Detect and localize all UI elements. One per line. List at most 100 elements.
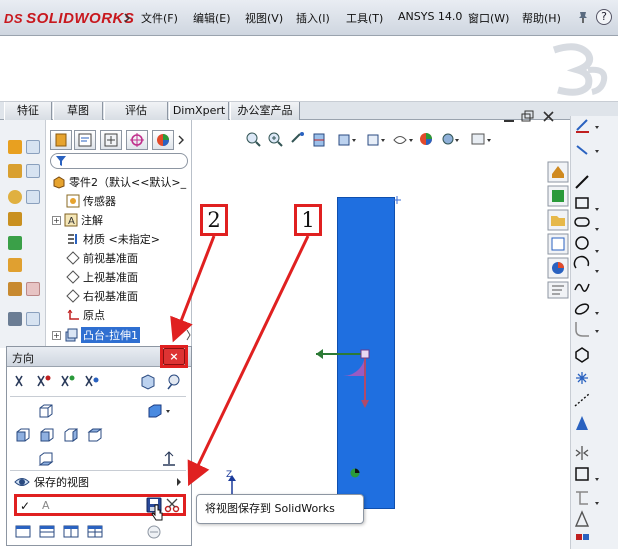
menu-file[interactable]: 文件(F) xyxy=(141,10,178,26)
menu-insert[interactable]: 插入(I) xyxy=(296,10,330,26)
tree-item-right-plane[interactable]: 右视基准面 xyxy=(66,287,138,305)
circle-icon xyxy=(575,236,589,250)
view-palette-icon xyxy=(547,233,569,255)
top-view-button[interactable] xyxy=(36,402,56,420)
tree-item-material[interactable]: 材质 <未指定> xyxy=(66,230,160,248)
menu-help[interactable]: 帮助(H) xyxy=(522,10,561,26)
cut-revolve-icon[interactable] xyxy=(26,164,40,178)
display-manager-tab[interactable] xyxy=(152,130,174,150)
section-view-icon xyxy=(313,133,325,147)
cut-sweep-icon[interactable] xyxy=(26,190,40,204)
orientation-tool-row xyxy=(12,372,188,392)
solidworks-logo: DS SOLIDWORKS xyxy=(4,8,134,28)
close-icon xyxy=(543,111,554,122)
loft-icon[interactable] xyxy=(8,212,22,226)
sensor-icon xyxy=(66,194,80,208)
tree-item-label: 原点 xyxy=(83,309,105,322)
tree-item-boss-extrude[interactable]: + 凸台-拉伸1 xyxy=(52,326,140,344)
tree-root-part[interactable]: 零件2（默认<<默认>_ xyxy=(52,173,186,191)
normal-to-button[interactable] xyxy=(160,450,178,468)
point-icon xyxy=(576,372,588,384)
tree-item-origin[interactable]: 原点 xyxy=(66,306,105,324)
saved-views-section[interactable]: 保存的视图 xyxy=(14,473,184,491)
trim-entities-icon xyxy=(576,491,588,505)
saved-views-label: 保存的视图 xyxy=(34,476,89,489)
design-library-icon xyxy=(547,185,569,207)
pin-dialog-icon xyxy=(167,374,180,390)
menu-edit[interactable]: 编辑(E) xyxy=(193,10,231,26)
menu-ansys[interactable]: ANSYS 14.0 xyxy=(398,10,462,23)
tree-item-top-plane[interactable]: 上视基准面 xyxy=(66,268,138,286)
saved-view-name-input[interactable] xyxy=(42,497,146,513)
callout-2: 2 xyxy=(200,204,228,236)
dimxpert-manager-tab[interactable] xyxy=(126,130,148,150)
close-button[interactable]: × xyxy=(163,348,185,365)
property-manager-tab[interactable] xyxy=(74,130,96,150)
saved-view-check-icon[interactable]: ✓ xyxy=(20,499,30,513)
sweep-icon[interactable] xyxy=(8,190,22,204)
tree-item-sensors[interactable]: 传感器 xyxy=(66,192,116,210)
z-axis-label: Z xyxy=(226,470,233,480)
menu-arrow-icon[interactable] xyxy=(122,8,132,28)
document-window-controls xyxy=(500,110,564,124)
expand-icon[interactable]: + xyxy=(52,330,61,340)
heads-up-view-toolbar xyxy=(244,130,534,150)
tree-filter-input[interactable] xyxy=(50,153,188,169)
text-icon xyxy=(576,416,588,430)
expand-icon[interactable]: + xyxy=(52,215,61,225)
tab-dimxpert[interactable]: DimXpert xyxy=(169,102,229,120)
dialog-separator xyxy=(10,470,186,471)
view-display-dropdown[interactable] xyxy=(146,402,172,420)
tree-item-annotations[interactable]: + A 注解 xyxy=(52,211,103,229)
offset-entities-icon xyxy=(575,467,589,481)
help-icon[interactable]: ? xyxy=(596,9,612,25)
mirror-icon[interactable] xyxy=(26,312,40,326)
bottom-view-button[interactable] xyxy=(36,450,56,468)
ellipse-icon xyxy=(574,303,590,315)
fillet-icon[interactable] xyxy=(8,258,22,272)
triad-manipulator-icon[interactable] xyxy=(310,340,380,410)
pattern-icon[interactable] xyxy=(8,312,22,326)
update-standard-views-icon xyxy=(37,375,51,387)
back-view-icon xyxy=(87,428,103,442)
left-view-icon xyxy=(16,428,30,442)
menu-window[interactable]: 窗口(W) xyxy=(468,10,509,26)
tab-features[interactable]: 特征 xyxy=(4,102,52,120)
tab-office-products[interactable]: 办公室产品 xyxy=(230,102,300,120)
extrude-boss-icon[interactable] xyxy=(8,140,22,154)
revolve-icon[interactable] xyxy=(8,164,22,178)
expand-arrow-icon[interactable] xyxy=(174,476,184,488)
tree-item-front-plane[interactable]: 前视基准面 xyxy=(66,249,138,267)
tree-tabs-more-icon[interactable] xyxy=(176,134,186,146)
extrude-feature-icon xyxy=(64,328,78,342)
menu-view[interactable]: 视图(V) xyxy=(245,10,283,26)
configuration-manager-tab[interactable] xyxy=(100,130,122,150)
four-view-icon xyxy=(87,525,103,538)
standard-views-row xyxy=(14,426,106,444)
pin-icon[interactable] xyxy=(576,10,590,24)
view-orientation-icon xyxy=(338,134,356,146)
right-view-icon xyxy=(64,428,78,442)
rib-icon[interactable] xyxy=(26,282,40,296)
tab-evaluate[interactable]: 评估 xyxy=(104,102,168,120)
isometric-cube-icon xyxy=(141,374,155,390)
tree-item-label-selected: 凸台-拉伸1 xyxy=(81,327,140,343)
display-style-icon xyxy=(367,134,385,146)
chamfer-icon[interactable] xyxy=(8,282,22,296)
dialog-separator xyxy=(10,396,186,397)
cut-extrude-icon[interactable] xyxy=(26,140,40,154)
tree-item-label: 传感器 xyxy=(83,195,116,208)
mirror-entities-icon xyxy=(575,446,589,460)
mouse-cursor-icon xyxy=(150,503,164,523)
menu-tools[interactable]: 工具(T) xyxy=(346,10,383,26)
plane-icon xyxy=(66,289,80,303)
front-view-icon xyxy=(40,428,54,442)
origin-marker-icon xyxy=(350,468,360,478)
command-area xyxy=(0,36,618,102)
delete-view-scissors-icon[interactable] xyxy=(164,497,180,513)
line-icon xyxy=(575,175,589,189)
tab-sketch[interactable]: 草图 xyxy=(53,102,103,120)
new-view-icon xyxy=(15,375,23,387)
boundary-icon[interactable] xyxy=(8,236,22,250)
feature-manager-tab[interactable] xyxy=(50,130,72,150)
